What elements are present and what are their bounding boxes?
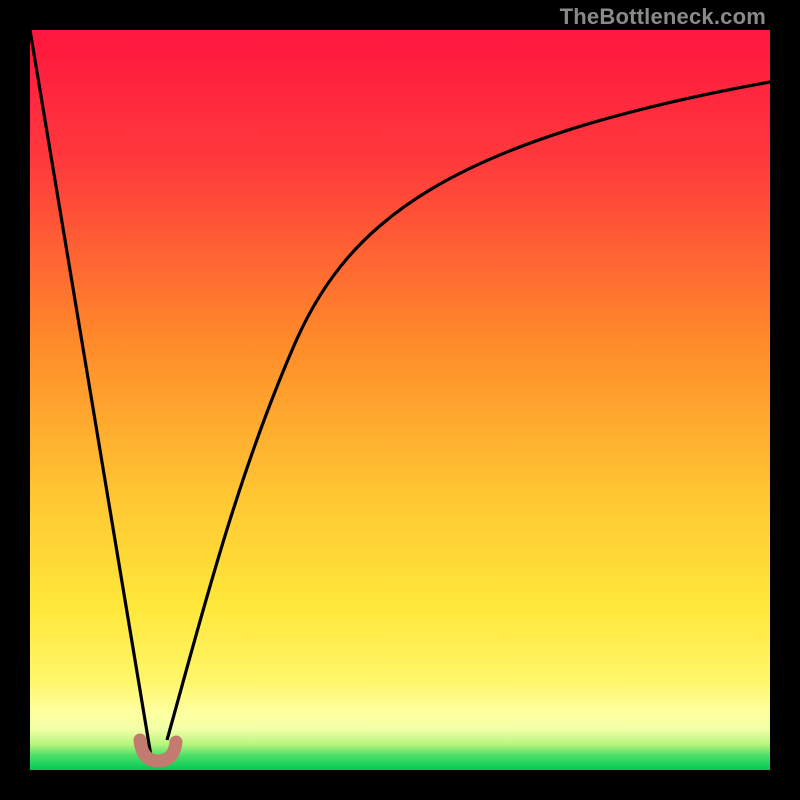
optimal-marker <box>140 740 176 761</box>
bottleneck-curve-left <box>30 30 152 762</box>
watermark-text: TheBottleneck.com <box>560 4 766 30</box>
bottleneck-curve-right <box>167 82 770 740</box>
outer-frame: TheBottleneck.com <box>0 0 800 800</box>
plot-area <box>30 30 770 770</box>
curve-layer <box>30 30 770 770</box>
